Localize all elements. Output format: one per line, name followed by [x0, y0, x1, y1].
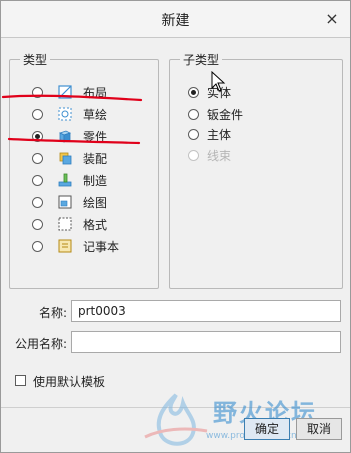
- type-label-assembly: 装配: [83, 151, 108, 166]
- type-radio-notebook[interactable]: [32, 240, 43, 252]
- red-annotation-strokes: [1, 94, 143, 145]
- common-name-input[interactable]: [71, 331, 341, 353]
- subtype-radio-body[interactable]: [188, 128, 199, 140]
- drawing-icon: [58, 195, 72, 209]
- format-icon: [58, 217, 72, 231]
- mouse-cursor-icon: [211, 71, 226, 92]
- subtype-label-sheetmetal: 钣金件: [207, 107, 244, 122]
- cancel-button[interactable]: 取消: [296, 418, 342, 440]
- type-option-notebook[interactable]: 记事本: [32, 236, 119, 256]
- type-label-format: 格式: [83, 217, 108, 232]
- flame-logo-icon: [144, 393, 208, 446]
- dialog-title: 新建: [161, 13, 190, 29]
- type-option-assembly[interactable]: 装配: [32, 148, 107, 168]
- subtype-radio-solid[interactable]: [188, 86, 199, 98]
- ok-button[interactable]: 确定: [244, 418, 290, 440]
- default-template-label: 使用默认模板: [33, 375, 106, 389]
- type-radio-manufacturing[interactable]: [32, 174, 43, 186]
- subtype-label-body: 主体: [207, 127, 232, 142]
- default-template-checkbox[interactable]: [15, 375, 26, 386]
- assembly-icon: [59, 152, 72, 165]
- name-label: 名称:: [38, 306, 67, 320]
- subtype-option-harness: 线束: [188, 145, 231, 165]
- subtype-label-harness: 线束: [207, 148, 232, 163]
- type-option-manufacturing[interactable]: 制造: [32, 170, 107, 190]
- subtype-group: 子类型 实体 钣金件 主体 线束: [169, 51, 343, 289]
- type-group-legend: 类型: [20, 51, 51, 68]
- subtype-radio-sheetmetal[interactable]: [188, 108, 199, 120]
- subtype-option-body[interactable]: 主体: [188, 124, 231, 144]
- title-bar: 新建 ×: [1, 1, 350, 38]
- type-label-drawing: 绘图: [83, 195, 108, 210]
- name-input[interactable]: prt0003: [71, 300, 341, 322]
- type-label-manufacturing: 制造: [83, 173, 108, 188]
- type-label-notebook: 记事本: [83, 239, 120, 254]
- type-option-format[interactable]: 格式: [32, 214, 107, 234]
- type-radio-assembly[interactable]: [32, 152, 43, 164]
- type-option-drawing[interactable]: 绘图: [32, 192, 107, 212]
- close-icon[interactable]: ×: [322, 9, 342, 29]
- subtype-group-legend: 子类型: [180, 51, 223, 68]
- common-name-label: 公用名称:: [14, 337, 67, 351]
- subtype-option-sheetmetal[interactable]: 钣金件: [188, 104, 243, 124]
- type-radio-drawing[interactable]: [32, 196, 43, 208]
- subtype-radio-harness: [188, 149, 199, 161]
- manufacturing-icon: [58, 173, 72, 187]
- new-file-dialog: 新建 × 类型 布局 草绘 零件 装配 制造 绘图 格式 记事本 子类型 实体 …: [0, 0, 351, 453]
- notebook-icon: [58, 239, 72, 253]
- type-radio-format[interactable]: [32, 218, 43, 230]
